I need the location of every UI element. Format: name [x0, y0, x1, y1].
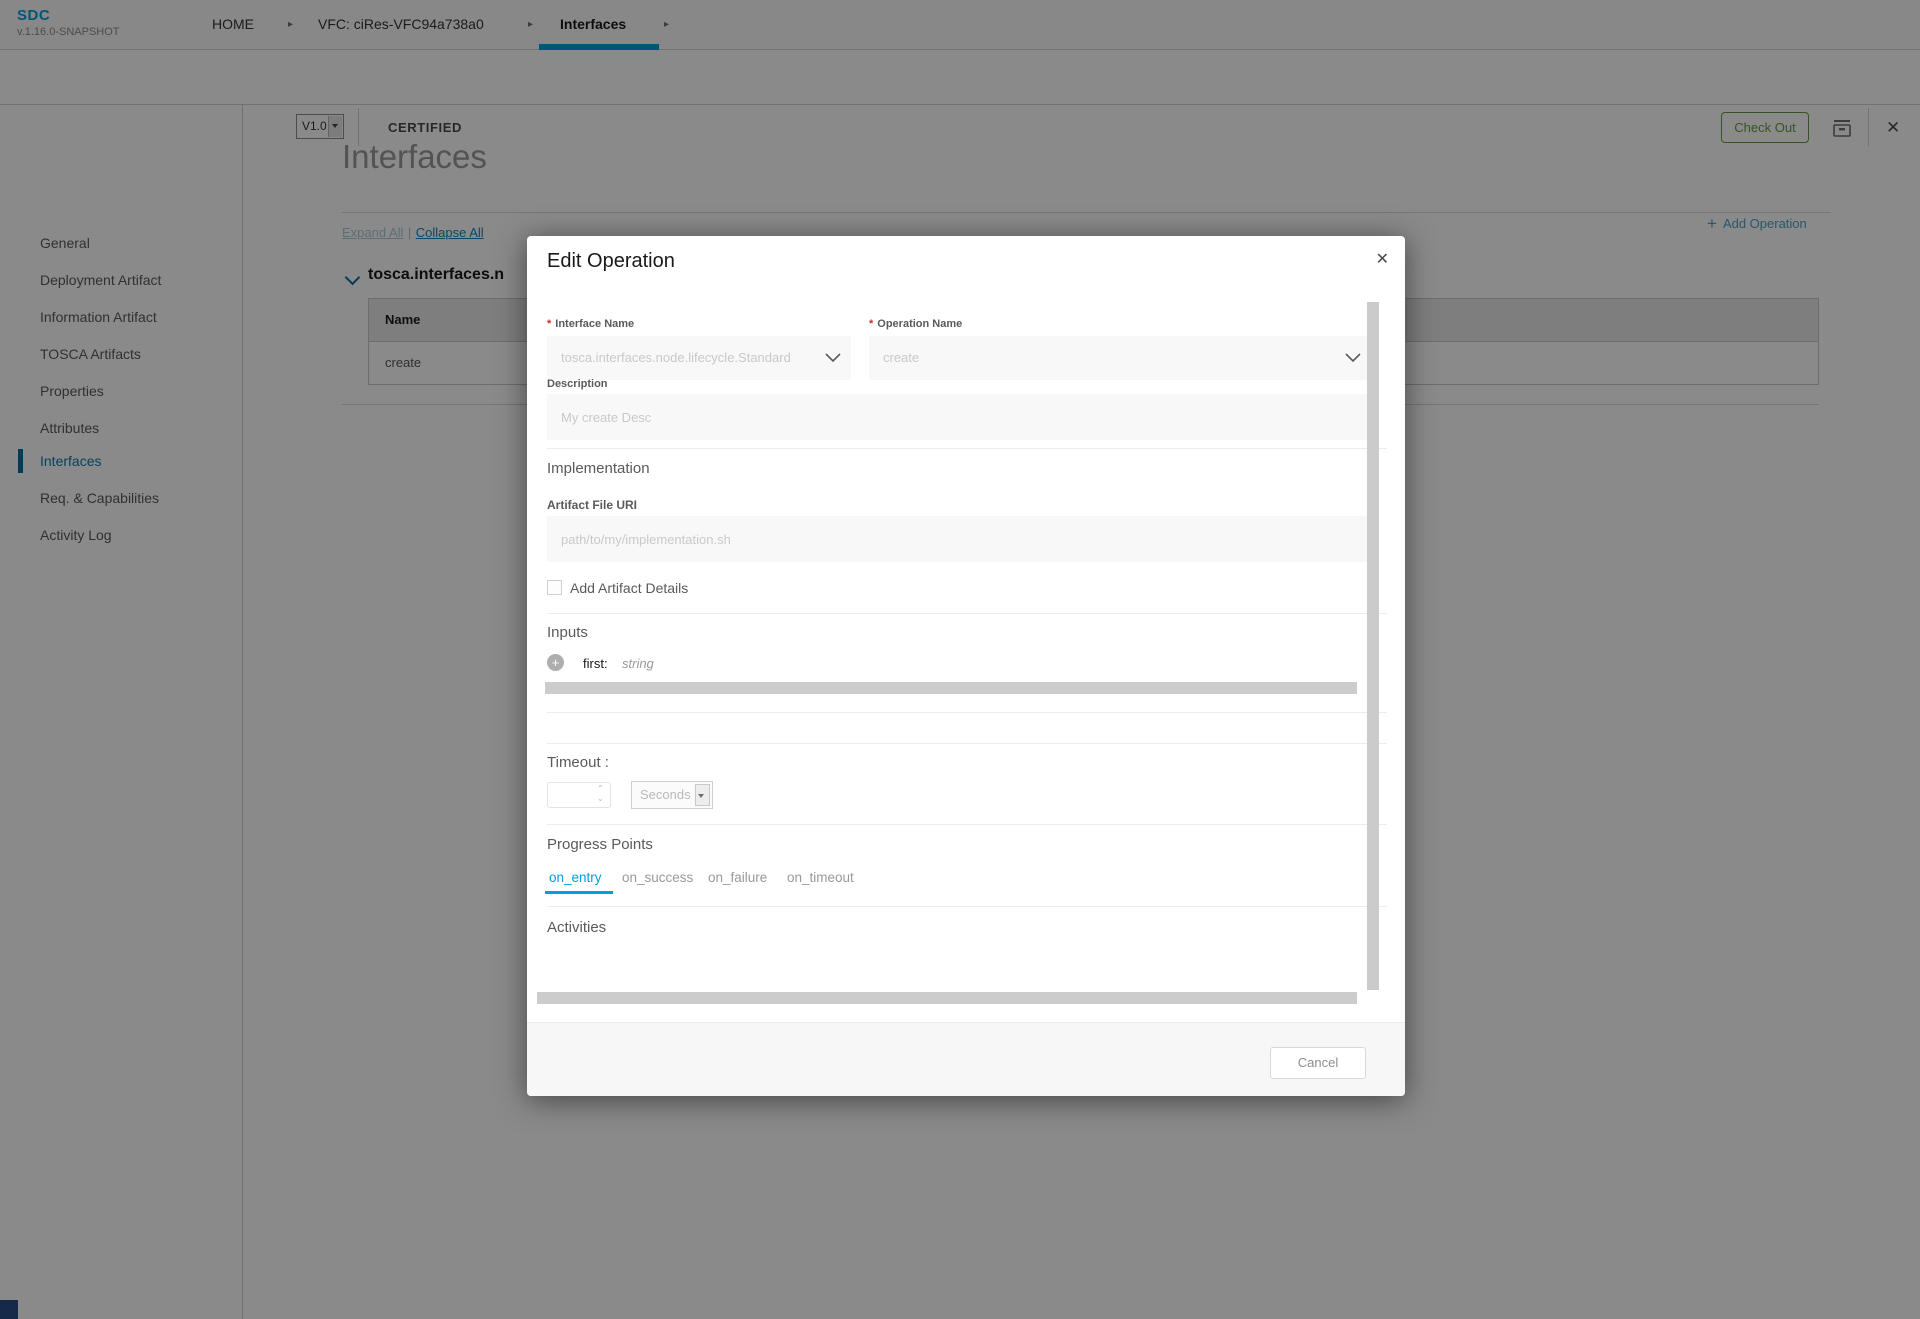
operation-name-select: create: [869, 336, 1367, 380]
required-asterisk: *: [547, 318, 551, 330]
add-artifact-details-label: Add Artifact Details: [570, 580, 688, 596]
active-tab-underline: [545, 891, 613, 894]
modal-horizontal-scrollbar[interactable]: [537, 992, 1357, 1004]
interface-name-select: tosca.interfaces.node.lifecycle.Standard: [547, 336, 851, 380]
timeout-unit-value: Seconds: [640, 787, 691, 802]
divider: [547, 906, 1387, 907]
description-label: Description: [547, 378, 608, 390]
input-param-name: first:: [583, 656, 608, 671]
divider: [547, 712, 1387, 713]
chevron-down-icon: [825, 353, 841, 363]
progress-points-heading: Progress Points: [547, 836, 653, 853]
tab-on-success[interactable]: on_success: [622, 870, 693, 885]
edit-operation-modal: Edit Operation ✕ *Interface Name tosca.i…: [527, 236, 1405, 1096]
activities-heading: Activities: [547, 919, 606, 936]
modal-footer: Cancel: [527, 1022, 1405, 1096]
timeout-heading: Timeout :: [547, 754, 609, 771]
divider: [547, 824, 1387, 825]
tab-on-failure[interactable]: on_failure: [708, 870, 767, 885]
divider: [547, 613, 1387, 614]
chevron-down-icon: [1345, 353, 1361, 363]
cancel-button[interactable]: Cancel: [1270, 1047, 1366, 1079]
input-param-type: string: [622, 656, 654, 671]
required-asterisk: *: [869, 318, 873, 330]
dropdown-arrow-icon: [695, 784, 710, 806]
app-root: SDC v.1.16.0-SNAPSHOT HOME ▸ VFC: ciRes-…: [0, 0, 1920, 1319]
inputs-heading: Inputs: [547, 624, 588, 641]
modal-close-icon[interactable]: ✕: [1376, 249, 1389, 269]
artifact-file-uri-input[interactable]: [547, 516, 1367, 562]
add-artifact-details-checkbox[interactable]: [547, 580, 562, 595]
divider: [547, 448, 1387, 449]
divider: [547, 743, 1387, 744]
add-input-icon[interactable]: +: [547, 654, 564, 671]
modal-vertical-scrollbar[interactable]: [1367, 302, 1379, 990]
tab-on-entry[interactable]: on_entry: [549, 870, 602, 885]
inputs-horizontal-scrollbar[interactable]: [545, 682, 1357, 694]
spinner-up-icon[interactable]: ⌃: [597, 786, 604, 792]
timeout-unit-select[interactable]: Seconds: [631, 781, 713, 809]
interface-name-label: *Interface Name: [547, 318, 634, 330]
artifact-file-uri-label: Artifact File URI: [547, 498, 637, 512]
description-input[interactable]: [547, 394, 1367, 440]
tab-on-timeout[interactable]: on_timeout: [787, 870, 854, 885]
modal-title: Edit Operation: [547, 250, 675, 273]
operation-name-label: *Operation Name: [869, 318, 962, 330]
implementation-heading: Implementation: [547, 460, 650, 477]
spinner-down-icon[interactable]: ⌄: [597, 796, 604, 802]
